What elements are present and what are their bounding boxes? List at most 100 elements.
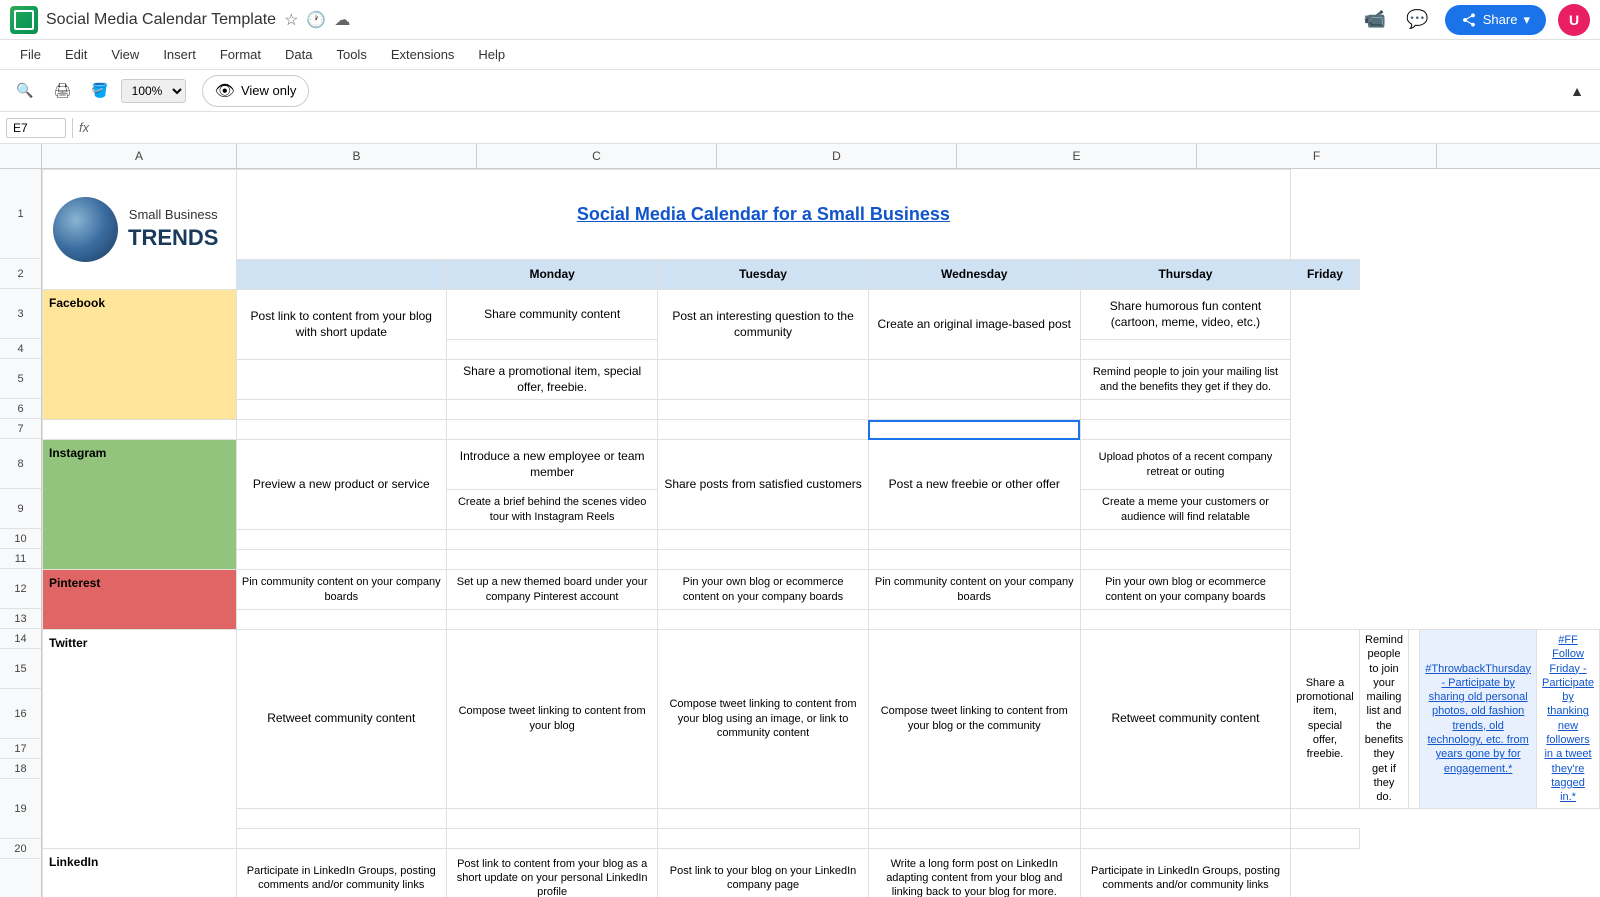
pin-wednesday[interactable]: Pin your own blog or ecommerce content o… — [658, 570, 868, 610]
li-tuesday[interactable]: Post link to content from your blog as a… — [447, 848, 658, 897]
row11-e — [868, 550, 1080, 570]
search-toolbar-button[interactable]: 🔍 — [8, 78, 41, 103]
col-header-a[interactable]: A — [42, 144, 237, 168]
row6-d — [658, 400, 868, 420]
share-button[interactable]: Share ▾ — [1445, 5, 1546, 35]
row5-c[interactable]: Share a promotional item, special offer,… — [447, 360, 658, 400]
row17-e — [868, 808, 1080, 828]
menu-file[interactable]: File — [10, 43, 51, 66]
instagram-label: Instagram — [43, 440, 237, 570]
ig-friday-1[interactable]: Upload photos of a recent company retrea… — [1080, 440, 1291, 490]
tw-thursday[interactable]: Compose tweet linking to content from yo… — [868, 630, 1080, 809]
menu-insert[interactable]: Insert — [153, 43, 206, 66]
meet-button[interactable]: 📹 — [1360, 5, 1390, 34]
row10-c — [447, 530, 658, 550]
formula-input[interactable] — [95, 119, 1594, 137]
share-dropdown-icon[interactable]: ▾ — [1523, 12, 1530, 28]
tw-friday-link[interactable]: #FF Follow Friday - Participate by thank… — [1537, 630, 1600, 809]
row5-f[interactable]: Remind people to join your mailing list … — [1080, 360, 1291, 400]
menu-view[interactable]: View — [101, 43, 149, 66]
ig-tuesday-1[interactable]: Introduce a new employee or team member — [447, 440, 658, 490]
fb-thursday[interactable]: Create an original image-based post — [868, 290, 1080, 360]
comments-button[interactable]: 💬 — [1402, 5, 1432, 34]
zoom-select[interactable]: 100% — [121, 79, 186, 103]
pin-thursday[interactable]: Pin community content on your company bo… — [868, 570, 1080, 610]
col-header-d[interactable]: D — [717, 144, 957, 168]
col-header-c[interactable]: C — [477, 144, 717, 168]
tw-tuesday-2[interactable]: Remind people to join your mailing list … — [1359, 630, 1409, 809]
fb-friday[interactable]: Share humorous fun content (cartoon, mem… — [1080, 290, 1291, 340]
row17-f — [1080, 808, 1291, 828]
row18-c — [658, 828, 868, 848]
cell-reference-input[interactable]: E7 — [6, 118, 66, 138]
rownum-9: 9 — [0, 489, 41, 529]
col-header-f[interactable]: F — [1197, 144, 1437, 168]
li-wednesday[interactable]: Post link to your blog on your LinkedIn … — [658, 848, 868, 897]
rownum-13: 13 — [0, 609, 41, 629]
rownum-16: 16 — [0, 689, 41, 739]
tw-monday-2[interactable]: Share a promotional item, special offer,… — [1291, 630, 1359, 809]
ig-tuesday-2[interactable]: Create a brief behind the scenes video t… — [447, 490, 658, 530]
follow-friday-link[interactable]: #FF Follow Friday - Participate by thank… — [1542, 634, 1594, 803]
fb-monday[interactable]: Post link to content from your blog with… — [236, 290, 446, 360]
ig-friday-2[interactable]: Create a meme your customers or audience… — [1080, 490, 1291, 530]
cloud-icon[interactable]: ☁ — [334, 10, 350, 30]
row18-f — [1291, 828, 1359, 848]
fb-tuesday[interactable]: Share community content — [447, 290, 658, 340]
li-friday[interactable]: Participate in LinkedIn Groups, posting … — [1080, 848, 1291, 897]
col-header-b[interactable]: B — [237, 144, 477, 168]
row5-d — [658, 360, 868, 400]
view-only-button[interactable]: 👁 View only — [202, 75, 310, 107]
print-button[interactable]: 🖨 — [45, 78, 79, 103]
grid-content: Small Business TRENDS Social Media Calen… — [42, 169, 1600, 897]
tw-tuesday[interactable]: Compose tweet linking to content from yo… — [447, 630, 658, 809]
menu-help[interactable]: Help — [468, 43, 515, 66]
title-icons: ☆ 🕐 ☁ — [284, 10, 350, 30]
document-title[interactable]: Social Media Calendar Template — [46, 11, 276, 29]
rownum-19: 19 — [0, 779, 41, 839]
title-link[interactable]: Social Media Calendar for a Small Busine… — [577, 204, 950, 224]
row6-f — [1080, 400, 1291, 420]
li-thursday[interactable]: Write a long form post on LinkedIn adapt… — [868, 848, 1080, 897]
ig-monday[interactable]: Preview a new product or service — [236, 440, 446, 530]
user-avatar[interactable]: U — [1558, 4, 1590, 36]
pin-friday[interactable]: Pin your own blog or ecommerce content o… — [1080, 570, 1291, 610]
history-icon[interactable]: 🕐 — [306, 10, 326, 30]
tw-friday[interactable]: Retweet community content — [1080, 630, 1291, 809]
table-row — [43, 808, 1600, 828]
formula-divider — [72, 118, 73, 138]
row17-d — [658, 808, 868, 828]
tw-thursday-link[interactable]: #ThrowbackThursday - Participate by shar… — [1420, 630, 1537, 809]
table-row: Instagram Preview a new product or servi… — [43, 440, 1600, 490]
paint-format-button[interactable]: 🪣 — [83, 78, 116, 103]
menu-format[interactable]: Format — [210, 43, 271, 66]
row7-b — [236, 420, 446, 440]
col-header-e[interactable]: E — [957, 144, 1197, 168]
menu-data[interactable]: Data — [275, 43, 322, 66]
fx-label: fx — [79, 120, 89, 135]
pin-monday[interactable]: Pin community content on your company bo… — [236, 570, 446, 610]
menu-extensions[interactable]: Extensions — [381, 43, 465, 66]
row7-c — [447, 420, 658, 440]
star-icon[interactable]: ☆ — [284, 10, 298, 30]
logo-small: Small Business — [128, 207, 218, 224]
ig-thursday[interactable]: Post a new freebie or other offer — [868, 440, 1080, 530]
row14-e — [868, 610, 1080, 630]
ig-wednesday[interactable]: Share posts from satisfied customers — [658, 440, 868, 530]
eye-icon: 👁 — [215, 81, 235, 101]
menu-edit[interactable]: Edit — [55, 43, 97, 66]
li-monday[interactable]: Participate in LinkedIn Groups, posting … — [236, 848, 446, 897]
row18-a — [236, 828, 446, 848]
throwback-link[interactable]: #ThrowbackThursday - Participate by shar… — [1425, 663, 1531, 775]
rownum-3: 3 — [0, 289, 41, 339]
row4-blank2 — [1080, 340, 1291, 360]
pin-tuesday[interactable]: Set up a new themed board under your com… — [447, 570, 658, 610]
tw-monday[interactable]: Retweet community content — [236, 630, 446, 809]
tw-wednesday[interactable]: Compose tweet linking to content from yo… — [658, 630, 868, 809]
logo-cell: Small Business TRENDS — [43, 170, 237, 290]
fb-wednesday[interactable]: Post an interesting question to the comm… — [658, 290, 868, 360]
row7-e-selected[interactable] — [868, 420, 1080, 440]
collapse-toolbar-button[interactable]: ▲ — [1562, 79, 1592, 103]
menu-tools[interactable]: Tools — [326, 43, 376, 66]
table-row: Share a promotional item, special offer,… — [43, 360, 1600, 400]
